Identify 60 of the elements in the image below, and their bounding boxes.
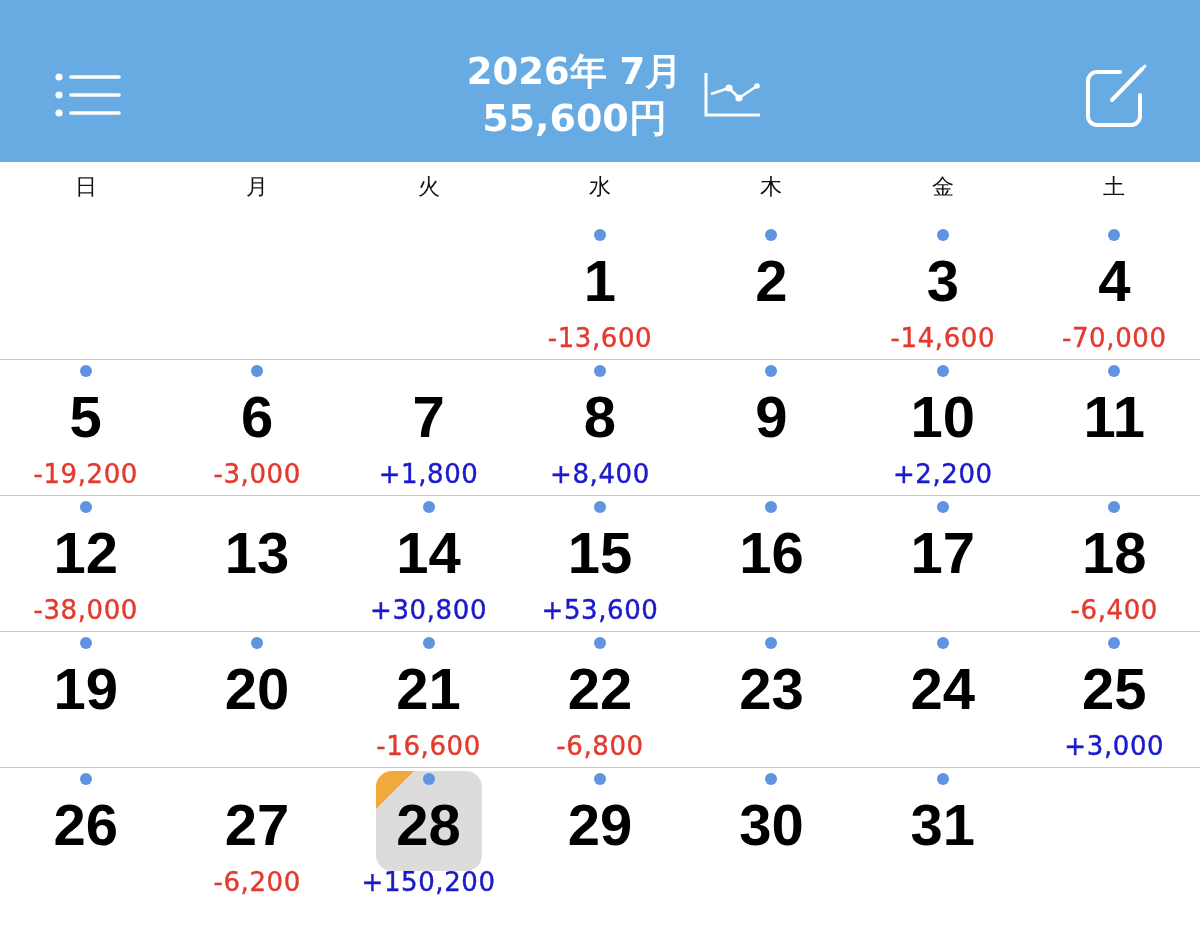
day-button[interactable]: 7 [375,363,482,463]
day-amount: +30,800 [370,599,488,621]
day-amount: +3,000 [1064,735,1165,757]
day-amount: +150,200 [361,871,496,893]
day-amount: -13,600 [547,327,653,349]
day-button[interactable]: 2 [718,227,825,327]
month-total: 55,600円 [482,95,667,141]
day-amount: -38,000 [33,599,138,621]
weekday-label: 月 [246,175,269,199]
day-amount: -70,000 [1062,327,1167,349]
day-button[interactable]: 14 [375,499,482,599]
day-button[interactable]: 24 [889,635,996,735]
day-button[interactable]: 8 [547,363,653,463]
day-button[interactable]: 13 [204,499,311,599]
day-button[interactable]: 25 [1061,635,1168,735]
day-button[interactable]: 30 [718,771,825,871]
day-button[interactable]: 18 [1061,499,1168,599]
day-button[interactable]: 5 [32,363,139,463]
day-button[interactable]: 3 [889,227,996,327]
day-button[interactable]: 6 [204,363,311,463]
weekday-label: 土 [1103,175,1126,199]
weekday-label: 火 [417,175,440,199]
day-button[interactable]: 31 [889,771,996,871]
day-button[interactable]: 23 [718,635,825,735]
day-amount: -6,200 [213,871,301,893]
square-pencil-icon[interactable] [1084,63,1148,127]
day-button[interactable]: 28 [375,771,482,871]
day-amount: +53,600 [541,599,659,621]
day-button[interactable]: 1 [547,227,653,327]
weekday-label: 金 [931,175,954,199]
day-button[interactable]: 22 [547,635,653,735]
month-title: 2026年 7月 [466,49,683,95]
day-amount: +2,200 [892,463,993,485]
day-amount: -19,200 [33,463,138,485]
menu-icon[interactable] [55,73,121,117]
day-button[interactable]: 10 [889,363,996,463]
day-button[interactable]: 27 [204,771,311,871]
day-button[interactable]: 16 [718,499,825,599]
day-amount: -6,400 [1070,599,1158,621]
day-amount: +1,800 [378,463,479,485]
weekday-label: 水 [589,175,611,199]
day-amount: -14,600 [890,327,996,349]
day-button[interactable]: 4 [1061,227,1168,327]
day-button[interactable]: 29 [547,771,653,871]
day-button[interactable]: 12 [32,499,139,599]
day-button[interactable]: 11 [1061,363,1168,463]
day-button[interactable]: 26 [32,771,139,871]
day-amount: -16,600 [376,735,481,757]
day-amount: -6,800 [556,735,644,757]
day-button[interactable]: 15 [547,499,653,599]
day-button[interactable]: 9 [718,363,825,463]
day-amount: -3,000 [213,463,301,485]
weekday-label: 日 [74,175,97,199]
day-button[interactable]: 20 [204,635,311,735]
weekday-label: 木 [760,175,783,199]
day-button[interactable]: 17 [889,499,996,599]
day-button[interactable]: 21 [375,635,482,735]
day-amount: +8,400 [550,463,650,485]
day-button[interactable]: 19 [32,635,139,735]
line-chart-icon[interactable] [704,73,761,117]
